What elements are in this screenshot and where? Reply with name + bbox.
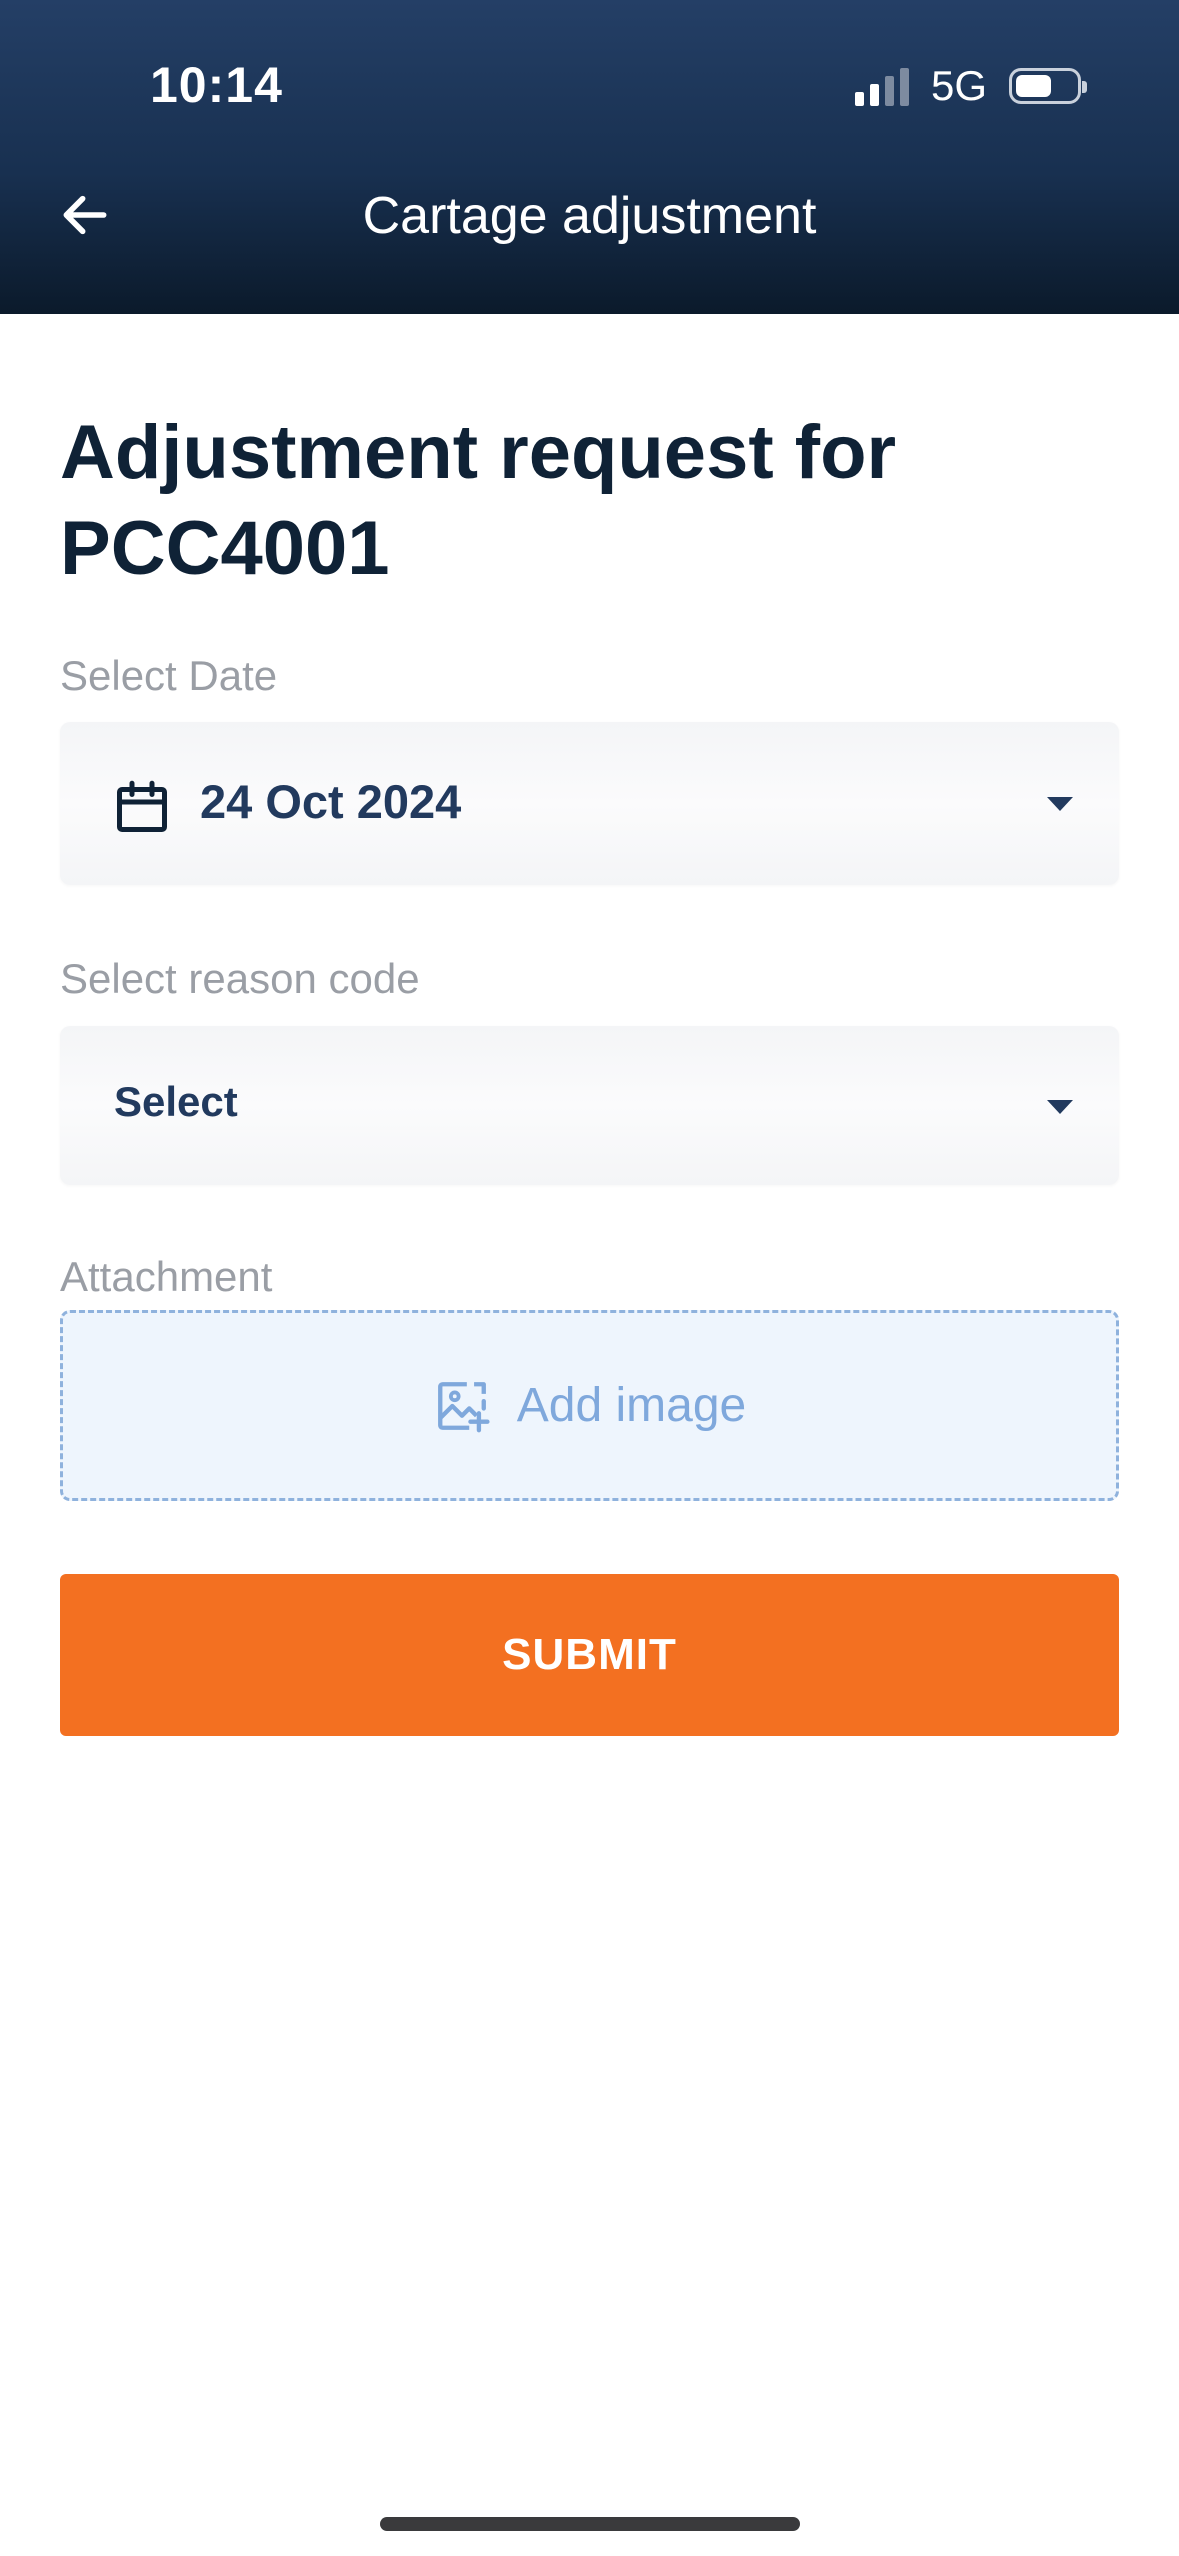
signal-bar xyxy=(869,84,879,106)
submit-button[interactable]: SUBMIT xyxy=(60,1574,1119,1736)
add-image-label: Add image xyxy=(516,1379,747,1432)
screen: 10:14 5G Cartage adjustment Adjustment r… xyxy=(0,0,1179,2556)
home-indicator[interactable] xyxy=(380,2517,800,2531)
signal-bar xyxy=(884,76,894,106)
network-type: 5G xyxy=(930,62,987,109)
app-header: 10:14 5G Cartage adjustment xyxy=(0,0,1179,314)
reason-label: Select reason code xyxy=(60,955,420,1002)
header-title: Cartage adjustment xyxy=(362,187,817,245)
date-value: 24 Oct 2024 xyxy=(200,775,462,828)
add-image-button[interactable]: Add image xyxy=(60,1310,1119,1501)
reason-value: Select xyxy=(114,1078,238,1125)
reason-code-select[interactable]: Select xyxy=(60,1026,1119,1185)
date-label: Select Date xyxy=(60,652,278,699)
battery-level xyxy=(1016,75,1051,97)
signal-bar xyxy=(854,92,864,106)
status-indicators: 5G xyxy=(854,62,1087,110)
signal-icon xyxy=(854,66,909,106)
signal-bar xyxy=(899,68,909,106)
chevron-down-icon xyxy=(1047,1100,1073,1114)
page-title: Adjustment request for PCC4001 xyxy=(60,410,897,591)
chevron-down-icon xyxy=(1047,797,1073,811)
battery-icon xyxy=(1009,68,1087,104)
attachment-label: Attachment xyxy=(60,1253,273,1300)
calendar-icon xyxy=(117,780,167,832)
date-select[interactable]: 24 Oct 2024 xyxy=(60,722,1119,885)
status-time: 10:14 xyxy=(150,57,283,113)
add-image-icon xyxy=(437,1381,490,1432)
